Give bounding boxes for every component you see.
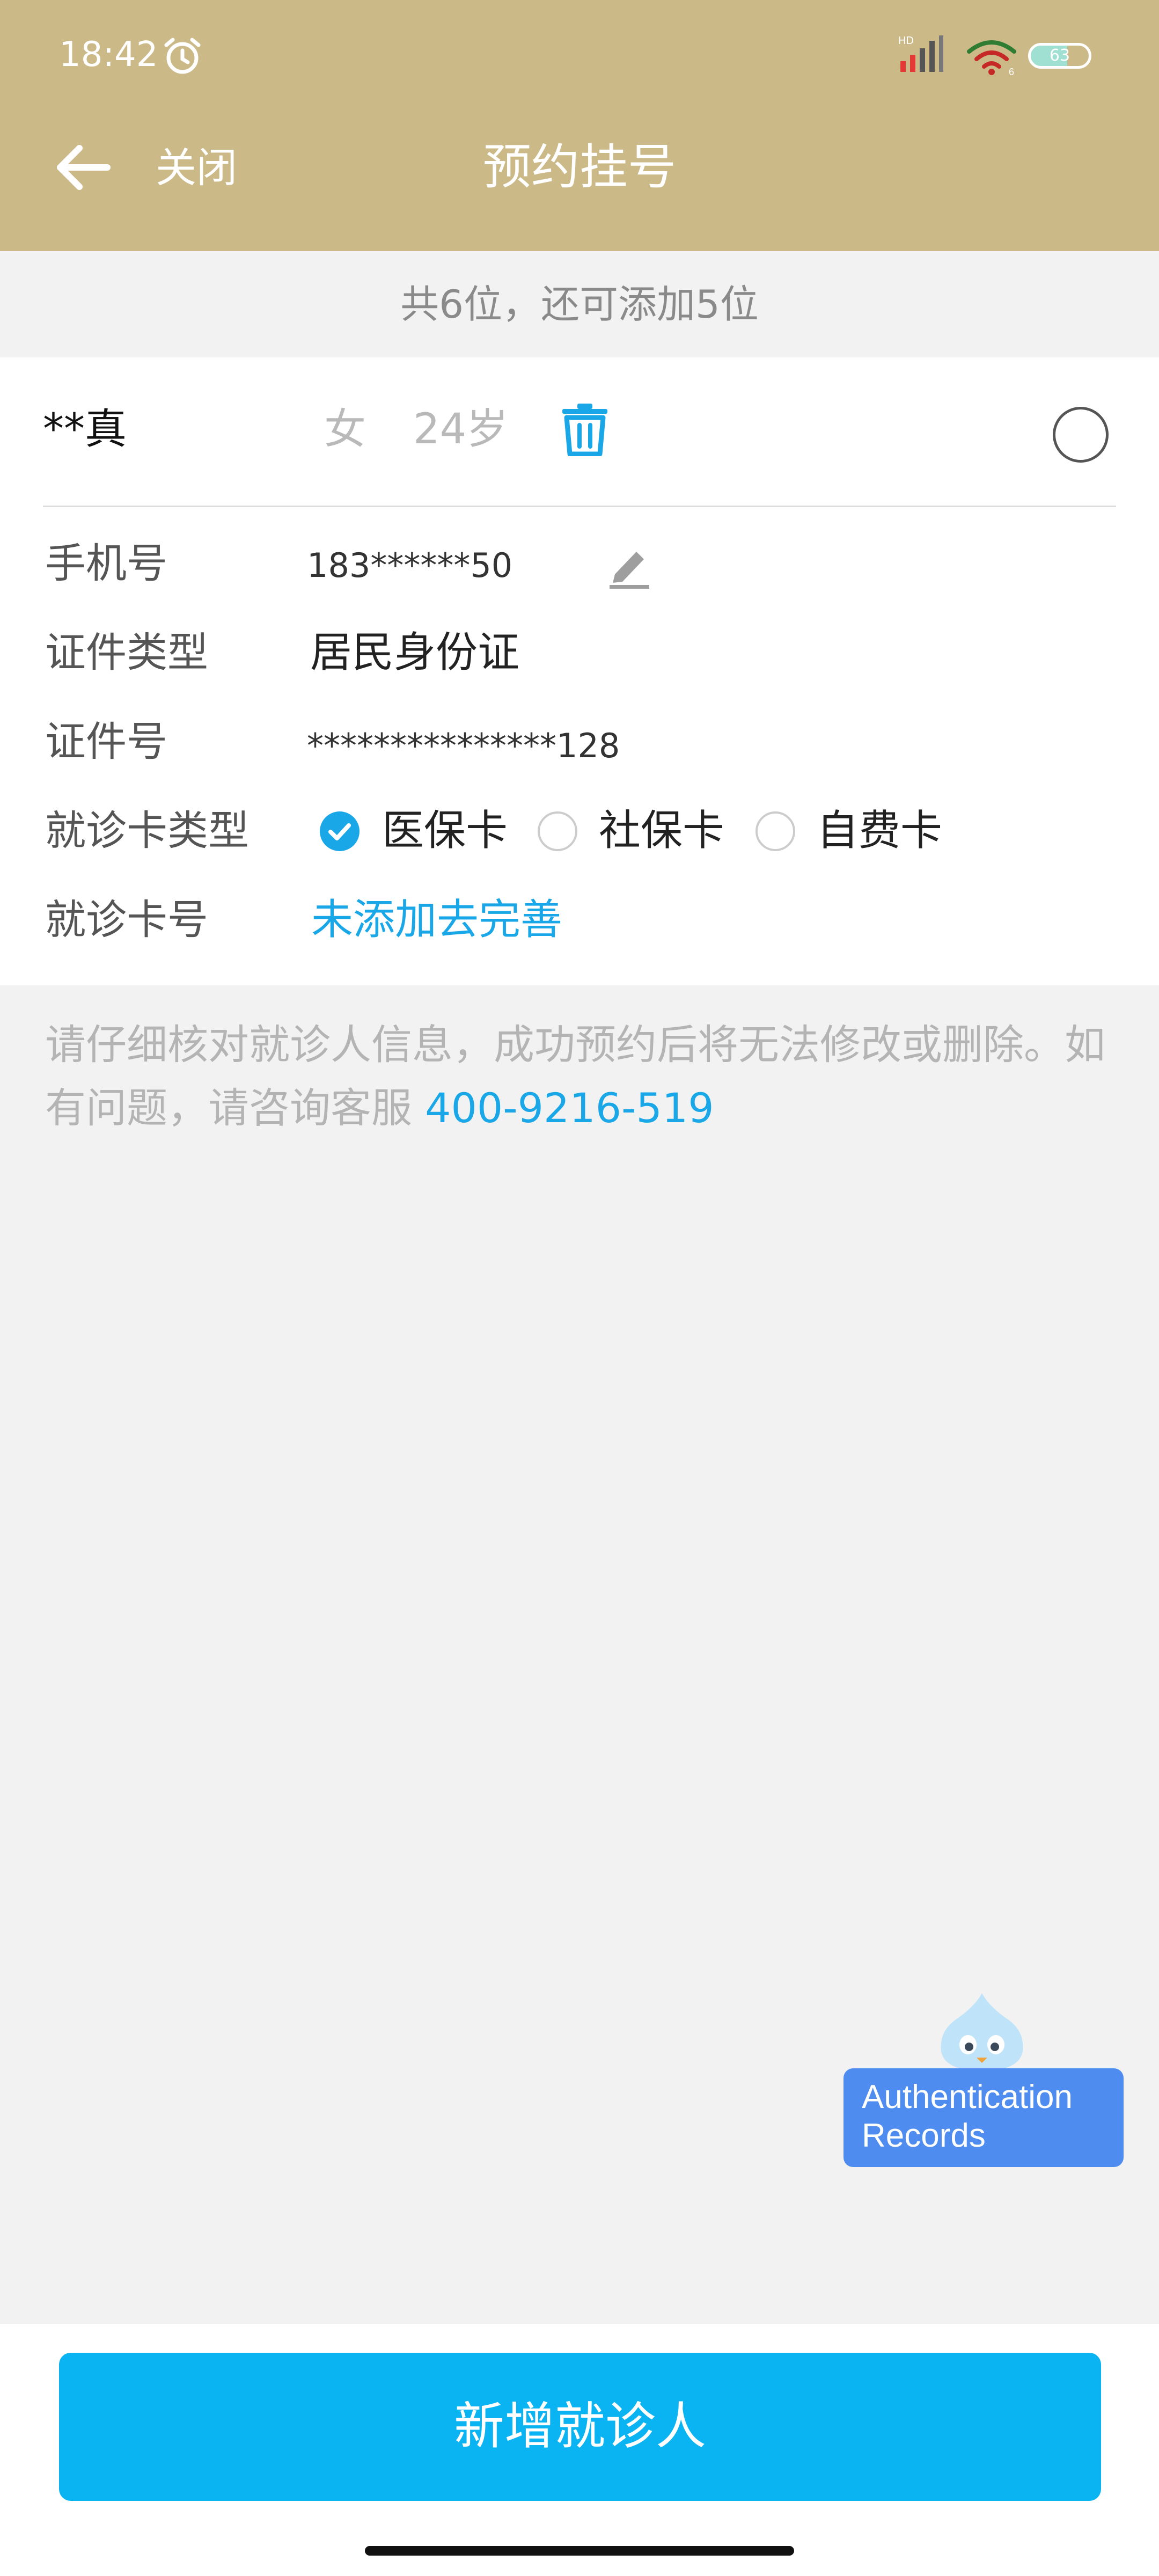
authentication-records-button[interactable]: Authentication Records <box>843 2068 1124 2167</box>
app-header: 18:42 HD 6 63 关闭 预约挂号 <box>0 0 1159 251</box>
signal-hd-label: HD <box>898 35 914 47</box>
alarm-icon <box>164 38 201 74</box>
card-number-label: 就诊卡号 <box>45 896 208 943</box>
id-number-label: 证件号 <box>45 718 167 765</box>
patient-name: **真 <box>43 405 127 453</box>
bottom-action-bar: 新增就诊人 <box>0 2324 1159 2576</box>
auth-badge-line1: Authentication <box>862 2079 1073 2116</box>
complete-card-link[interactable]: 未添加去完善 <box>311 893 562 947</box>
phone-label: 手机号 <box>45 539 167 587</box>
patient-age: 24岁 <box>413 405 509 453</box>
card-type-radio-self-pay[interactable] <box>755 811 795 851</box>
card-type-option-medical[interactable]: 医保卡 <box>382 804 508 858</box>
pencil-icon[interactable] <box>606 541 652 589</box>
status-time: 18:42 <box>59 35 158 75</box>
mascot-icon[interactable] <box>934 1989 1030 2075</box>
battery-level: 63 <box>1049 46 1070 65</box>
card-type-radio-social[interactable] <box>538 811 577 851</box>
id-type-label: 证件类型 <box>45 628 208 676</box>
card-type-label: 就诊卡类型 <box>45 807 249 854</box>
signal-icon: HD <box>898 35 943 72</box>
card-type-option-self-pay[interactable]: 自费卡 <box>817 804 942 858</box>
check-icon <box>328 823 351 840</box>
id-type-value: 居民身份证 <box>310 628 520 677</box>
auth-badge-line2: Records <box>862 2117 986 2154</box>
wifi-6-label: 6 <box>1009 67 1014 76</box>
phone-value: 183******50 <box>307 546 513 585</box>
card-divider <box>43 506 1116 507</box>
wifi-icon: 6 <box>967 40 1016 76</box>
home-indicator[interactable] <box>365 2546 794 2556</box>
card-type-option-social[interactable]: 社保卡 <box>599 804 724 858</box>
patient-count-summary: 共6位，还可添加5位 <box>0 251 1159 357</box>
card-type-radio-medical[interactable] <box>320 811 360 851</box>
verification-notice: 请仔细核对就诊人信息，成功预约后将无法修改或删除。如有问题，请咨询客服 400-… <box>45 1013 1118 1140</box>
patient-card[interactable]: **真 女 24岁 手机号 183******50 证件类型 居民身份证 证件号… <box>0 357 1159 985</box>
select-patient-radio[interactable] <box>1053 407 1109 463</box>
trash-icon[interactable] <box>559 402 611 456</box>
page-title: 预约挂号 <box>483 139 676 195</box>
add-patient-button[interactable]: 新增就诊人 <box>59 2353 1101 2501</box>
battery-icon: 63 <box>1028 43 1091 69</box>
id-number-value: ***************128 <box>307 726 620 765</box>
patient-gender: 女 <box>324 405 366 453</box>
service-phone-link[interactable]: 400-9216-519 <box>425 1084 714 1132</box>
